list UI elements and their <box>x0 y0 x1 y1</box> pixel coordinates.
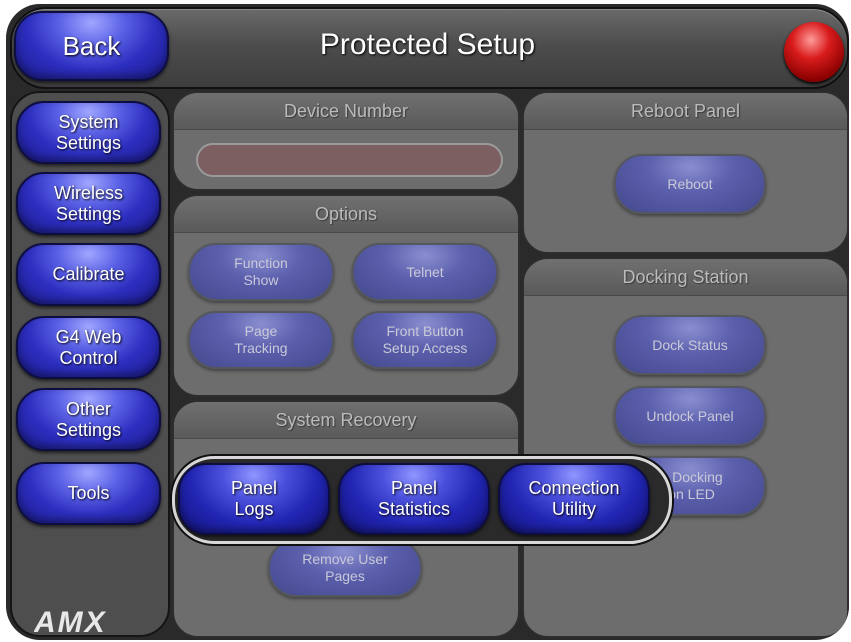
sidebar-item-g4-web-control[interactable]: G4 Web Control <box>16 316 161 379</box>
window-frame: Protected Setup Back System Settings Wir… <box>6 4 849 640</box>
remove-user-pages-button[interactable]: Remove User Pages <box>268 539 422 597</box>
sidebar-item-tools[interactable]: Tools <box>16 462 161 525</box>
sidebar-item-wireless-settings[interactable]: Wireless Settings <box>16 172 161 235</box>
panel-title: System Recovery <box>174 402 518 439</box>
panel-title: Docking Station <box>524 259 847 296</box>
sidebar-item-calibrate[interactable]: Calibrate <box>16 243 161 306</box>
panel-title: Device Number <box>174 93 518 130</box>
amx-logo-icon: AMX <box>34 606 107 636</box>
status-led-icon <box>784 22 844 82</box>
connection-utility-button[interactable]: Connection Utility <box>498 463 650 535</box>
function-show-button[interactable]: Function Show <box>188 243 334 301</box>
undock-panel-button[interactable]: Undock Panel <box>614 386 766 446</box>
dock-status-button[interactable]: Dock Status <box>614 315 766 375</box>
front-button-setup-access-button[interactable]: Front Button Setup Access <box>352 311 498 369</box>
sidebar-item-other-settings[interactable]: Other Settings <box>16 388 161 451</box>
device-number-field[interactable] <box>196 143 503 177</box>
reboot-button[interactable]: Reboot <box>614 154 766 214</box>
page-tracking-button[interactable]: Page Tracking <box>188 311 334 369</box>
back-button[interactable]: Back <box>14 11 169 81</box>
svg-text:AMX: AMX <box>34 606 107 636</box>
telnet-button[interactable]: Telnet <box>352 243 498 301</box>
panel-logs-button[interactable]: Panel Logs <box>178 463 330 535</box>
panel-statistics-button[interactable]: Panel Statistics <box>338 463 490 535</box>
panel-title: Reboot Panel <box>524 93 847 130</box>
sidebar-item-system-settings[interactable]: System Settings <box>16 101 161 164</box>
panel-title: Options <box>174 196 518 233</box>
